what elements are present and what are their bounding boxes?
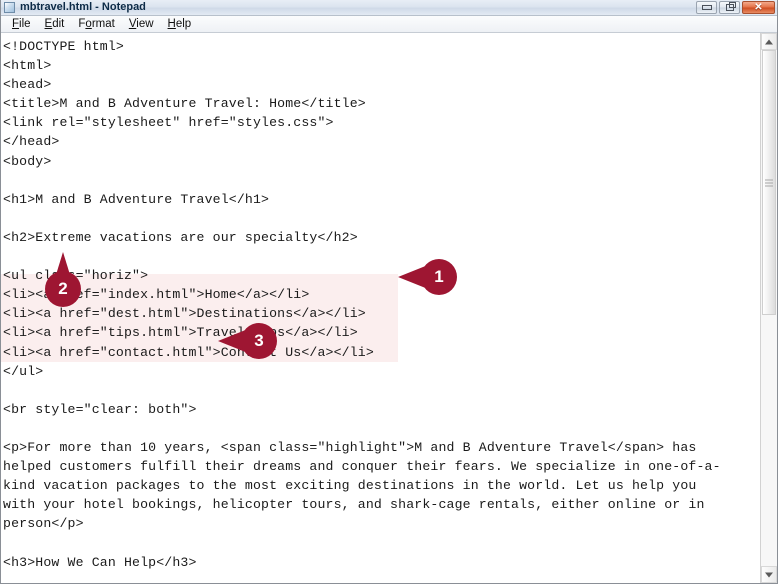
code-text[interactable]: <!DOCTYPE html> <html> <head> <title>M and … [3,37,760,583]
window-controls: ✕ [696,1,775,14]
scrollbar-grip-icon [765,179,773,186]
code-line: helped customers fulfill their dreams an… [3,459,721,475]
window-title: mbtravel.html - Notepad [20,1,146,13]
code-line: </head> [3,134,60,150]
scroll-up-arrow-icon [765,39,773,44]
code-line: <li><a href="tips.html">Travel Tips</a><… [3,325,358,341]
menu-item-edit[interactable]: Edit [38,17,72,32]
restore-button[interactable] [719,1,740,14]
code-line: <h1>M and B Adventure Travel</h1> [3,191,270,207]
minimize-button[interactable] [696,1,717,14]
scroll-down-arrow-icon [765,572,773,577]
menu-item-format[interactable]: Format [71,17,121,32]
code-line: <head> [3,77,52,93]
close-icon: ✕ [754,2,763,13]
vertical-scrollbar[interactable] [760,33,777,583]
code-line: with your hotel bookings, helicopter tou… [3,497,705,513]
scroll-down-button[interactable] [761,566,777,583]
callout-marker-3: 3 [218,322,280,360]
editor-area: <!DOCTYPE html> <html> <head> <title>M and … [1,33,777,583]
code-line: <li><a href="dest.html">Destinations</a>… [3,306,366,322]
code-line: <ul class="horiz"> [3,268,149,284]
menu-item-help[interactable]: Help [161,17,199,32]
code-line: <title>M and B Adventure Travel: Home</t… [3,96,366,112]
menu-item-file[interactable]: File [5,17,38,32]
callout-marker-2: 2 [43,252,83,308]
scrollbar-thumb[interactable] [762,50,776,315]
code-line: <li><a href="index.html">Home</a></li> [3,287,310,303]
notepad-screenshot: mbtravel.html - Notepad ✕ File Edit Form… [0,0,778,584]
text-editor[interactable]: <!DOCTYPE html> <html> <head> <title>M and … [1,33,760,583]
minimize-icon [702,5,712,10]
code-line: </ul> [3,363,44,379]
title-bar[interactable]: mbtravel.html - Notepad ✕ [1,0,777,16]
menu-item-view[interactable]: View [122,17,161,32]
code-line: <!DOCTYPE html> [3,39,124,54]
menu-bar: File Edit Format View Help [1,16,777,33]
code-line: <link rel="stylesheet" href="styles.css"… [3,115,334,131]
scrollbar-track[interactable] [761,50,777,566]
scroll-up-button[interactable] [761,33,777,50]
code-line: person</p> [3,516,84,532]
code-line: <body> [3,153,52,169]
document-icon [4,2,15,13]
code-line: <br style="clear: both"> [3,401,197,417]
code-line: <h3>How We Can Help</h3> [3,554,197,570]
code-line: <h2>Extreme vacations are our specialty<… [3,229,358,245]
code-line: <li><a href="contact.html">Contact Us</a… [3,344,374,360]
close-button[interactable]: ✕ [742,1,775,14]
code-line: <html> [3,58,52,74]
callout-marker-1: 1 [398,258,460,296]
restore-icon [726,2,736,11]
code-line: <p>For more than 10 years, <span class="… [3,439,697,455]
code-line: kind vacation packages to the most excit… [3,478,697,494]
notepad-window: mbtravel.html - Notepad ✕ File Edit Form… [0,0,778,584]
